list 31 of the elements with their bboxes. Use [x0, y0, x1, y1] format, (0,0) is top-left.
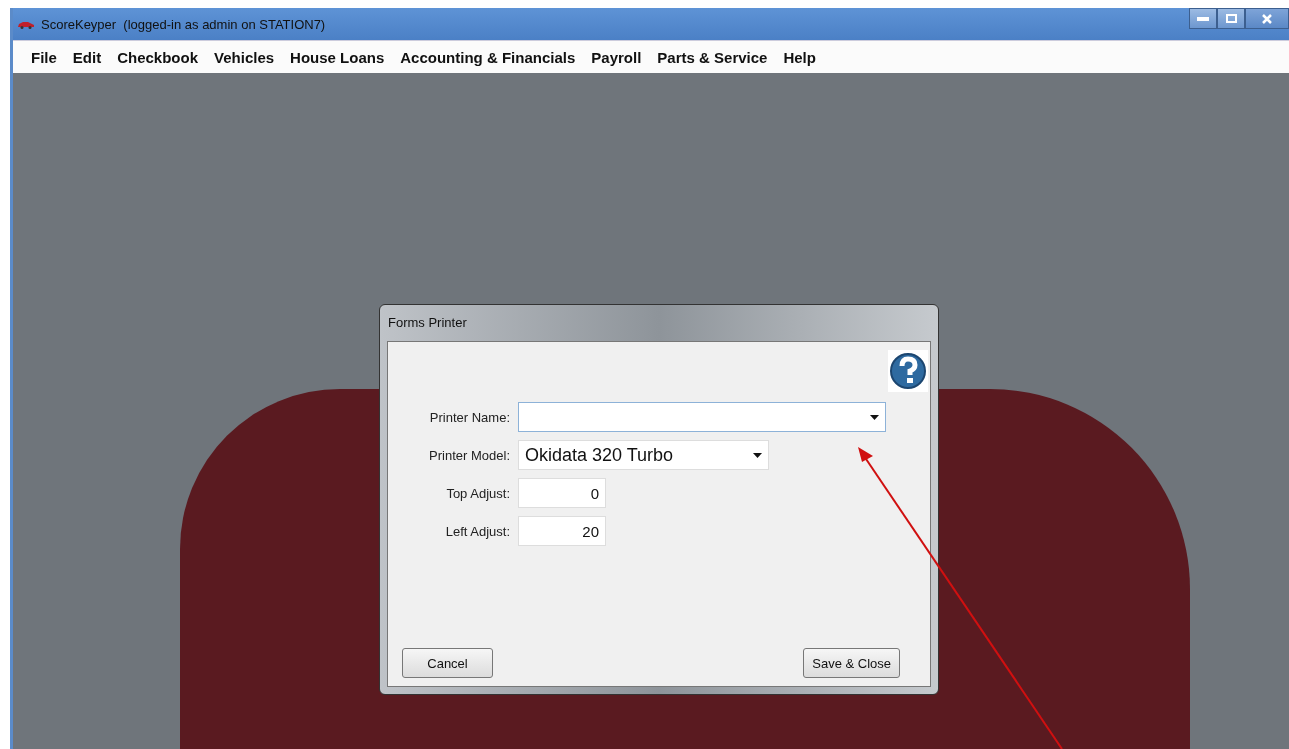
caret-icon — [870, 414, 879, 420]
field-label: Printer Name: — [428, 409, 510, 425]
close-button[interactable] — [1245, 8, 1289, 29]
minimize-icon — [1197, 16, 1209, 21]
dropdown-field[interactable]: Okidata 320 Turbo — [518, 440, 769, 470]
menu-item[interactable]: File — [23, 44, 65, 70]
menu-item[interactable]: Edit — [64, 44, 110, 70]
minimize-button[interactable] — [1189, 8, 1217, 29]
menu-item[interactable]: Help — [775, 44, 824, 70]
dialog-button[interactable]: Cancel — [402, 648, 493, 678]
caret-icon — [753, 452, 762, 458]
help-icon[interactable] — [888, 350, 928, 392]
input-field[interactable]: 20 — [518, 516, 606, 546]
maximize-button[interactable] — [1217, 8, 1245, 29]
close-icon — [1262, 13, 1272, 24]
menu-item[interactable]: House Loans — [282, 44, 393, 70]
field-label: Left Adjust: — [444, 523, 510, 539]
dialog-button[interactable]: Save & Close — [803, 648, 900, 678]
menu-item[interactable]: Vehicles — [206, 44, 283, 70]
menu-item[interactable]: Checkbook — [109, 44, 207, 70]
dropdown-field[interactable] — [518, 402, 886, 432]
input-field[interactable]: 0 — [518, 478, 606, 508]
window-title: ScoreKeyper (logged-in as admin on STATION7) — [41, 16, 326, 32]
field-label: Top Adjust: — [445, 485, 510, 501]
menu-item[interactable]: Parts & Service — [649, 44, 776, 70]
field-label: Printer Model: — [428, 447, 510, 463]
maximize-icon — [1225, 14, 1237, 23]
menu-item[interactable]: Payroll — [583, 44, 650, 70]
menu-item[interactable]: Accounting & Financials — [392, 44, 584, 70]
car-icon — [17, 19, 35, 29]
dialog-title: Forms Printer — [387, 314, 468, 332]
